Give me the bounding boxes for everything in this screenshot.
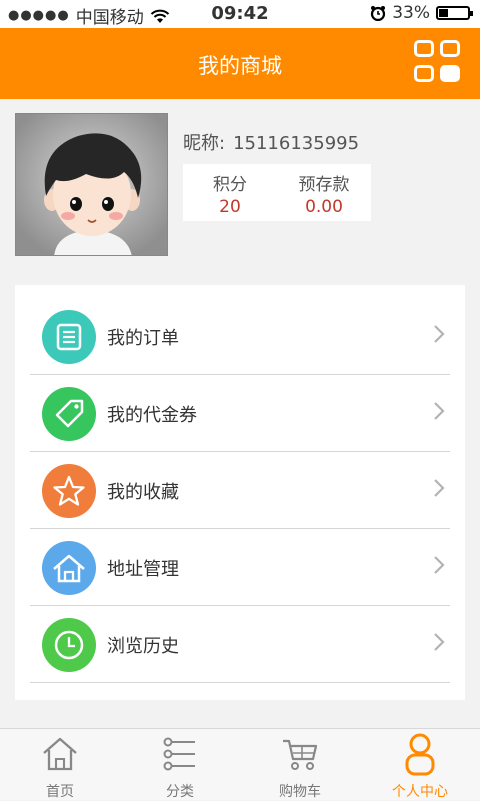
cart-icon [283,739,318,770]
menu-item-orders[interactable]: 我的订单 [30,298,450,375]
points-stat[interactable]: 积分 20 [183,170,277,217]
category-list-icon [163,737,195,771]
menu-item-label: 我的收藏 [107,482,179,503]
avatar[interactable] [15,113,168,256]
menu-list: 我的订单 我的代金券 我的收藏 地址管理 浏览历史 [15,285,465,700]
points-value: 20 [219,197,241,217]
menu-item-address[interactable]: 地址管理 [30,529,450,606]
chevron-right-icon [434,325,445,343]
page-title: 我的商城 [198,54,282,78]
menu-item-label: 我的代金券 [107,405,197,426]
battery-icon [436,6,473,20]
account-stats: 积分 20 预存款 0.00 [183,164,371,221]
deposit-value: 0.00 [305,197,343,217]
nickname-label: 昵称: [183,133,226,154]
avatar-cartoon-boy [16,114,167,255]
grid-menu-icon[interactable] [414,40,466,88]
battery-level [439,9,448,17]
chevron-right-icon [434,633,445,651]
home-icon [43,737,77,771]
menu-item-favorites[interactable]: 我的收藏 [30,452,450,529]
app-header: 我的商城 [0,28,480,99]
tab-cart[interactable]: 购物车 [240,729,360,801]
battery-percent: 33% [392,3,430,23]
deposit-stat[interactable]: 预存款 0.00 [277,170,371,217]
status-bar: ●●●●● 中国移动 09:42 33% [0,0,480,28]
tab-label: 购物车 [279,784,321,800]
deposit-label: 预存款 [298,175,350,195]
battery-info: 33% [370,3,473,23]
nickname-value: 15116135995 [233,133,360,154]
star-icon [42,464,96,518]
alarm-icon [371,6,386,21]
nickname-row: 昵称: 15116135995 [183,129,359,155]
house-icon [42,541,96,595]
clock-icon [42,618,96,672]
bottom-tab-bar: 首页 分类 购物车 个人中心 [0,728,480,800]
menu-item-label: 浏览历史 [107,636,179,657]
chevron-right-icon [434,402,445,420]
tab-category[interactable]: 分类 [120,729,240,801]
order-icon [42,310,96,364]
tab-label: 个人中心 [392,784,448,800]
chevron-right-icon [434,479,445,497]
tab-home[interactable]: 首页 [0,729,120,801]
menu-item-coupons[interactable]: 我的代金券 [30,375,450,452]
menu-item-label: 我的订单 [107,328,179,349]
coupon-tag-icon [42,387,96,441]
chevron-right-icon [434,556,445,574]
points-label: 积分 [213,175,247,195]
tab-profile[interactable]: 个人中心 [360,729,480,801]
person-icon [405,733,435,776]
tab-label: 首页 [46,784,74,800]
menu-item-history[interactable]: 浏览历史 [30,606,450,683]
tab-label: 分类 [166,784,194,800]
menu-item-label: 地址管理 [107,559,179,580]
